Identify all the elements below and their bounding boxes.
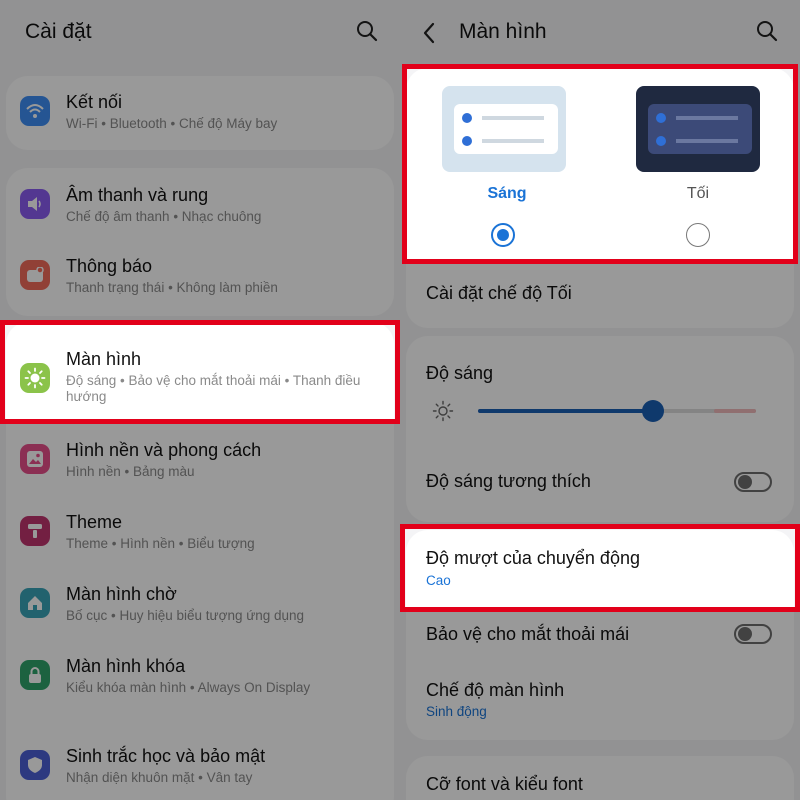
preview-panel [454,104,558,154]
shield-icon [20,750,50,780]
speaker-icon [20,189,50,219]
brightness-label: Độ sáng [426,363,494,383]
home-icon [20,588,50,618]
theme-mode-card: Sáng Tối Cài đặt chế độ Tối [406,68,794,328]
item-title: Màn hình khóa [66,656,186,676]
dark-mode-label: Tối [686,185,710,202]
item-title: Độ sáng tương thích [426,471,591,491]
dim-overlay [796,64,800,264]
connections-card: Kết nối Wi-Fi • Bluetooth • Chế độ Máy b… [6,76,394,150]
light-mode-radio[interactable] [491,223,515,247]
item-title: Âm thanh và rung [66,185,209,205]
preview-dot [462,113,472,123]
settings-item-home-screen[interactable]: Màn hình chờ Bố cục • Huy hiệu biểu tượn… [6,570,394,642]
page-title: Màn hình [459,20,547,43]
display-options-card: Độ mượt của chuyển động Cao Bảo vệ cho m… [406,530,794,740]
settings-item-sound[interactable]: Âm thanh và rung Chế độ âm thanh • Nhạc … [6,168,394,240]
back-arrow-icon[interactable] [422,22,446,46]
brightness-fill [478,409,654,413]
preview-line [676,116,738,120]
item-subtitle: Độ sáng • Bảo vệ cho mắt thoải mái • Tha… [66,373,361,404]
settings-item-security[interactable]: Sinh trắc học và bảo mật Nhận diện khuôn… [6,728,394,800]
settings-item-wallpaper[interactable]: Hình nền và phong cách Hình nền • Bảng m… [6,426,394,498]
preview-dot [656,113,666,123]
light-mode-label: Sáng [487,185,527,202]
settings-item-notifications[interactable]: Thông báo Thanh trạng thái • Không làm p… [6,240,394,314]
adaptive-brightness-toggle[interactable] [734,472,772,492]
item-title: Màn hình chờ [66,584,177,604]
settings-item-theme[interactable]: Theme Theme • Hình nền • Biểu tượng [6,498,394,570]
preview-line [482,116,544,120]
item-subtitle: Thanh trạng thái • Không làm phiền [66,280,278,295]
search-icon[interactable] [756,20,780,44]
brightness-limit-marker [714,409,756,413]
preview-panel [648,104,752,154]
notification-icon [20,260,50,290]
eye-comfort-toggle[interactable] [734,624,772,644]
item-title: Theme [66,512,123,532]
settings-panel: Cài đặt Kết nối Wi-Fi • Bluetooth • Chế … [0,0,400,800]
eye-comfort-item[interactable]: Bảo vệ cho mắt thoải mái [406,610,794,660]
item-title: Hình nền và phong cách [66,440,262,460]
item-title: Sinh trắc học và bảo mật [66,746,266,766]
display-card: Màn hình Độ sáng • Bảo vệ cho mắt thoải … [6,322,394,774]
item-title: Kết nối [66,92,123,112]
font-card: Cỡ font và kiểu font [406,756,794,800]
brightness-knob[interactable] [642,400,665,422]
wifi-icon [20,96,50,126]
wallpaper-icon [20,444,50,474]
item-subtitle: Bố cục • Huy hiệu biểu tượng ứng dụng [66,608,305,623]
item-subtitle: Nhận diện khuôn mặt • Vân tay [66,770,253,785]
dim-overlay [400,64,404,264]
light-mode-preview [442,86,566,172]
theme-icon [20,516,50,546]
sun-outline-icon [432,400,454,427]
security-card: Sinh trắc học và bảo mật Nhận diện khuôn… [6,728,394,800]
display-settings-panel: Màn hình Sáng Tối Cài đặt chế độ Tối Độ … [400,0,800,800]
screen-mode-item[interactable]: Chế độ màn hình Sinh động [406,670,794,734]
sun-icon [20,363,50,393]
item-title: Màn hình [66,349,142,369]
adaptive-brightness-item[interactable]: Độ sáng tương thích [406,458,794,518]
toggle-knob [738,475,752,489]
item-value: Cao [426,573,451,588]
dark-mode-settings-item[interactable]: Cài đặt chế độ Tối [406,264,794,324]
preview-dot [462,136,472,146]
item-title: Cài đặt chế độ Tối [426,283,572,303]
radio-dot [497,229,509,241]
settings-item-lock-screen[interactable]: Màn hình khóa Kiểu khóa màn hình • Alway… [6,642,394,714]
item-subtitle: Kiểu khóa màn hình • Always On Display [66,680,311,695]
item-subtitle: Chế độ âm thanh • Nhạc chuông [66,209,262,224]
dark-mode-radio[interactable] [686,223,710,247]
brightness-card: Độ sáng Độ sáng tương thích [406,336,794,522]
lock-icon [20,660,50,690]
preview-line [482,139,544,143]
motion-smoothness-item[interactable]: Độ mượt của chuyển động Cao [406,530,794,610]
brightness-slider[interactable] [478,400,756,422]
preview-dot [656,136,666,146]
toggle-knob [738,627,752,641]
item-subtitle: Hình nền • Bảng màu [66,464,195,479]
dim-overlay [400,524,402,612]
preview-line [676,139,738,143]
item-title: Độ mượt của chuyển động [426,548,640,568]
item-title: Bảo vệ cho mắt thoải mái [426,624,630,644]
item-subtitle: Wi-Fi • Bluetooth • Chế độ Máy bay [66,116,278,131]
item-subtitle: Theme • Hình nền • Biểu tượng [66,536,255,551]
font-item[interactable]: Cỡ font và kiểu font [406,756,794,800]
item-value: Sinh động [426,704,487,719]
item-title: Cỡ font và kiểu font [426,774,583,794]
search-icon[interactable] [356,20,380,44]
item-title: Chế độ màn hình [426,680,565,700]
item-title: Thông báo [66,256,153,276]
dark-mode-preview [636,86,760,172]
dim-overlay [0,320,2,424]
settings-item-display[interactable]: Màn hình Độ sáng • Bảo vệ cho mắt thoải … [6,322,394,418]
settings-item-connections[interactable]: Kết nối Wi-Fi • Bluetooth • Chế độ Máy b… [6,76,394,150]
sound-notif-card: Âm thanh và rung Chế độ âm thanh • Nhạc … [6,168,394,316]
page-title: Cài đặt [25,20,92,43]
